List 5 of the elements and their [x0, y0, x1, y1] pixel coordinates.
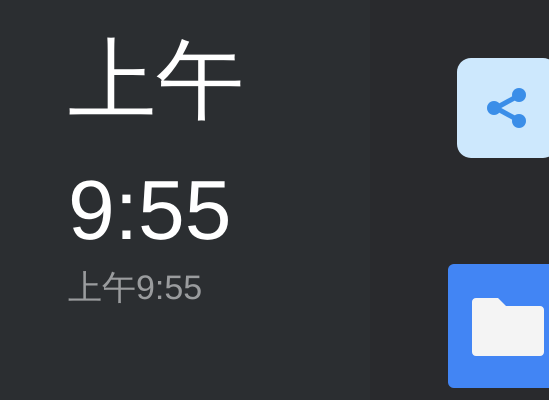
folder-app-tile[interactable] — [448, 264, 549, 388]
share-app-tile[interactable] — [457, 58, 549, 158]
clock-summary: 上午9:55 — [68, 268, 204, 308]
clock-time: 9:55 — [68, 162, 232, 259]
clock-period: 上午 — [68, 28, 245, 132]
